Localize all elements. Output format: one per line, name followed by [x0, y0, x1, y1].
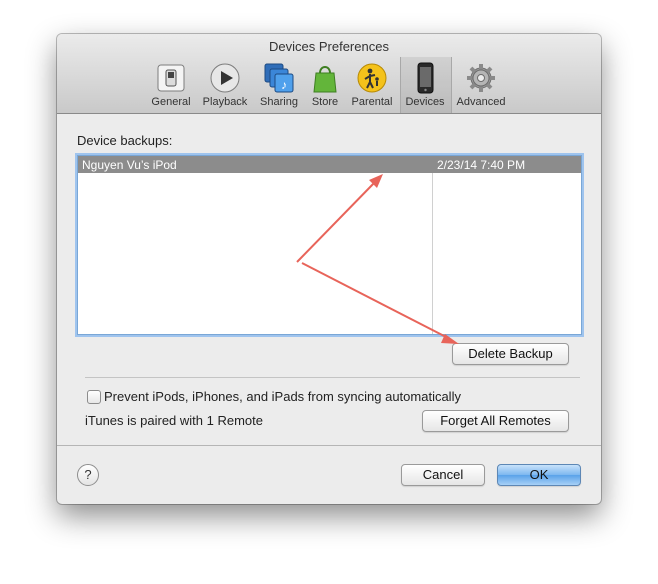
- play-icon: [210, 63, 240, 93]
- help-button[interactable]: ?: [77, 464, 99, 486]
- cancel-button[interactable]: Cancel: [401, 464, 485, 486]
- tab-advanced[interactable]: Advanced: [455, 62, 507, 108]
- divider: [85, 377, 580, 378]
- tab-general[interactable]: General: [149, 62, 193, 108]
- window-title: Devices Preferences: [269, 39, 389, 54]
- forget-all-remotes-button[interactable]: Forget All Remotes: [422, 410, 569, 432]
- ok-button[interactable]: OK: [497, 464, 581, 486]
- tab-parental[interactable]: Parental: [349, 62, 395, 108]
- tab-sharing[interactable]: ♪ Sharing: [257, 62, 301, 108]
- prevent-sync-label: Prevent iPods, iPhones, and iPads from s…: [104, 389, 461, 404]
- sharing-icon: ♪: [264, 63, 294, 93]
- toolbar: Devices Preferences General Playback ♪ S…: [57, 34, 601, 114]
- svg-text:♪: ♪: [281, 78, 287, 92]
- table-row[interactable]: Nguyen Vu’s iPod 2/23/14 7:40 PM: [78, 156, 581, 173]
- preferences-window: Devices Preferences General Playback ♪ S…: [57, 34, 601, 504]
- footer-divider: [57, 445, 601, 446]
- iphone-icon: [417, 62, 434, 94]
- backup-date: 2/23/14 7:40 PM: [437, 158, 526, 172]
- delete-backup-button[interactable]: Delete Backup: [452, 343, 569, 365]
- shopping-bag-icon: [313, 66, 337, 93]
- device-backups-list[interactable]: Nguyen Vu’s iPod 2/23/14 7:40 PM: [77, 155, 582, 335]
- prevent-sync-checkbox[interactable]: [87, 390, 101, 404]
- parental-icon: [357, 63, 387, 93]
- paired-remotes-text: iTunes is paired with 1 Remote: [85, 413, 263, 428]
- tab-playback[interactable]: Playback: [200, 62, 250, 108]
- column-divider: [432, 156, 433, 334]
- device-backups-label: Device backups:: [77, 133, 173, 148]
- tab-devices[interactable]: Devices: [402, 62, 448, 108]
- gear-icon: [467, 64, 495, 92]
- general-switch-icon: [157, 64, 185, 92]
- backup-device-name: Nguyen Vu’s iPod: [82, 158, 177, 172]
- tab-store[interactable]: Store: [308, 62, 342, 108]
